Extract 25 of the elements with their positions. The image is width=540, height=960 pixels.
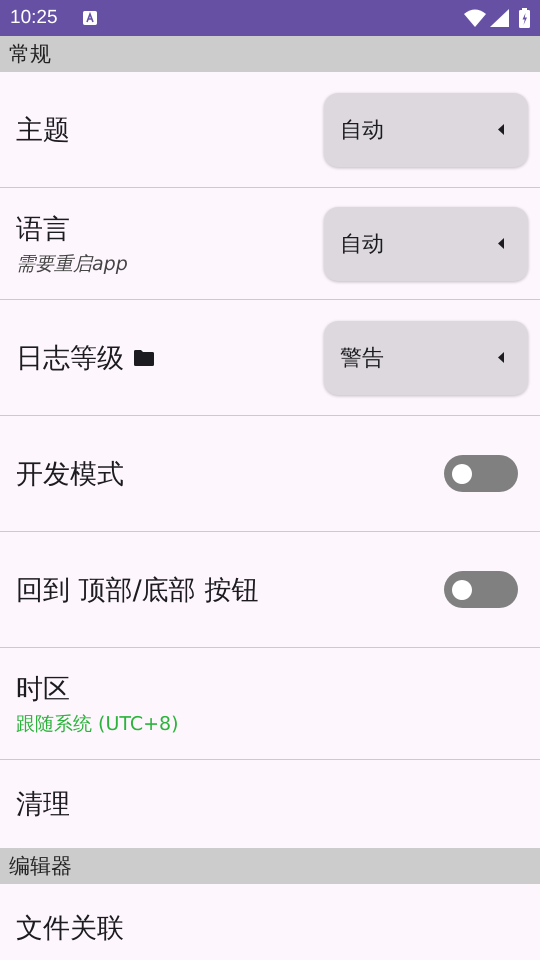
dropdown[interactable]: 自动	[324, 92, 528, 166]
dropdown[interactable]: 自动	[324, 206, 528, 280]
section-header: 常规	[0, 36, 540, 72]
toggle-switch[interactable]	[444, 455, 518, 492]
notification-icon	[82, 10, 98, 26]
section-header: 编辑器	[0, 848, 540, 884]
caret-icon	[498, 352, 504, 363]
caret-icon	[498, 238, 504, 249]
clock: 10:25	[10, 7, 58, 29]
setting-label: 文件关联	[16, 912, 124, 946]
setting-label: 清理	[16, 788, 70, 822]
setting-label: 开发模式	[16, 458, 124, 492]
toggle-switch[interactable]	[444, 571, 518, 608]
setting-description: 跟随系统 (UTC+8)	[16, 712, 180, 736]
setting-label: 主题	[16, 114, 70, 148]
setting-description: 需要重启app	[16, 252, 129, 276]
setting-label: 回到 顶部/底部 按钮	[16, 574, 258, 608]
dropdown[interactable]: 警告	[324, 320, 528, 394]
setting-label: 语言	[16, 212, 70, 246]
caret-icon	[498, 124, 504, 135]
wifi-icon	[464, 9, 486, 27]
battery-icon	[519, 8, 530, 28]
setting-label: 时区	[16, 672, 70, 706]
signal-icon	[490, 9, 509, 27]
setting-label: 日志等级	[16, 342, 124, 376]
